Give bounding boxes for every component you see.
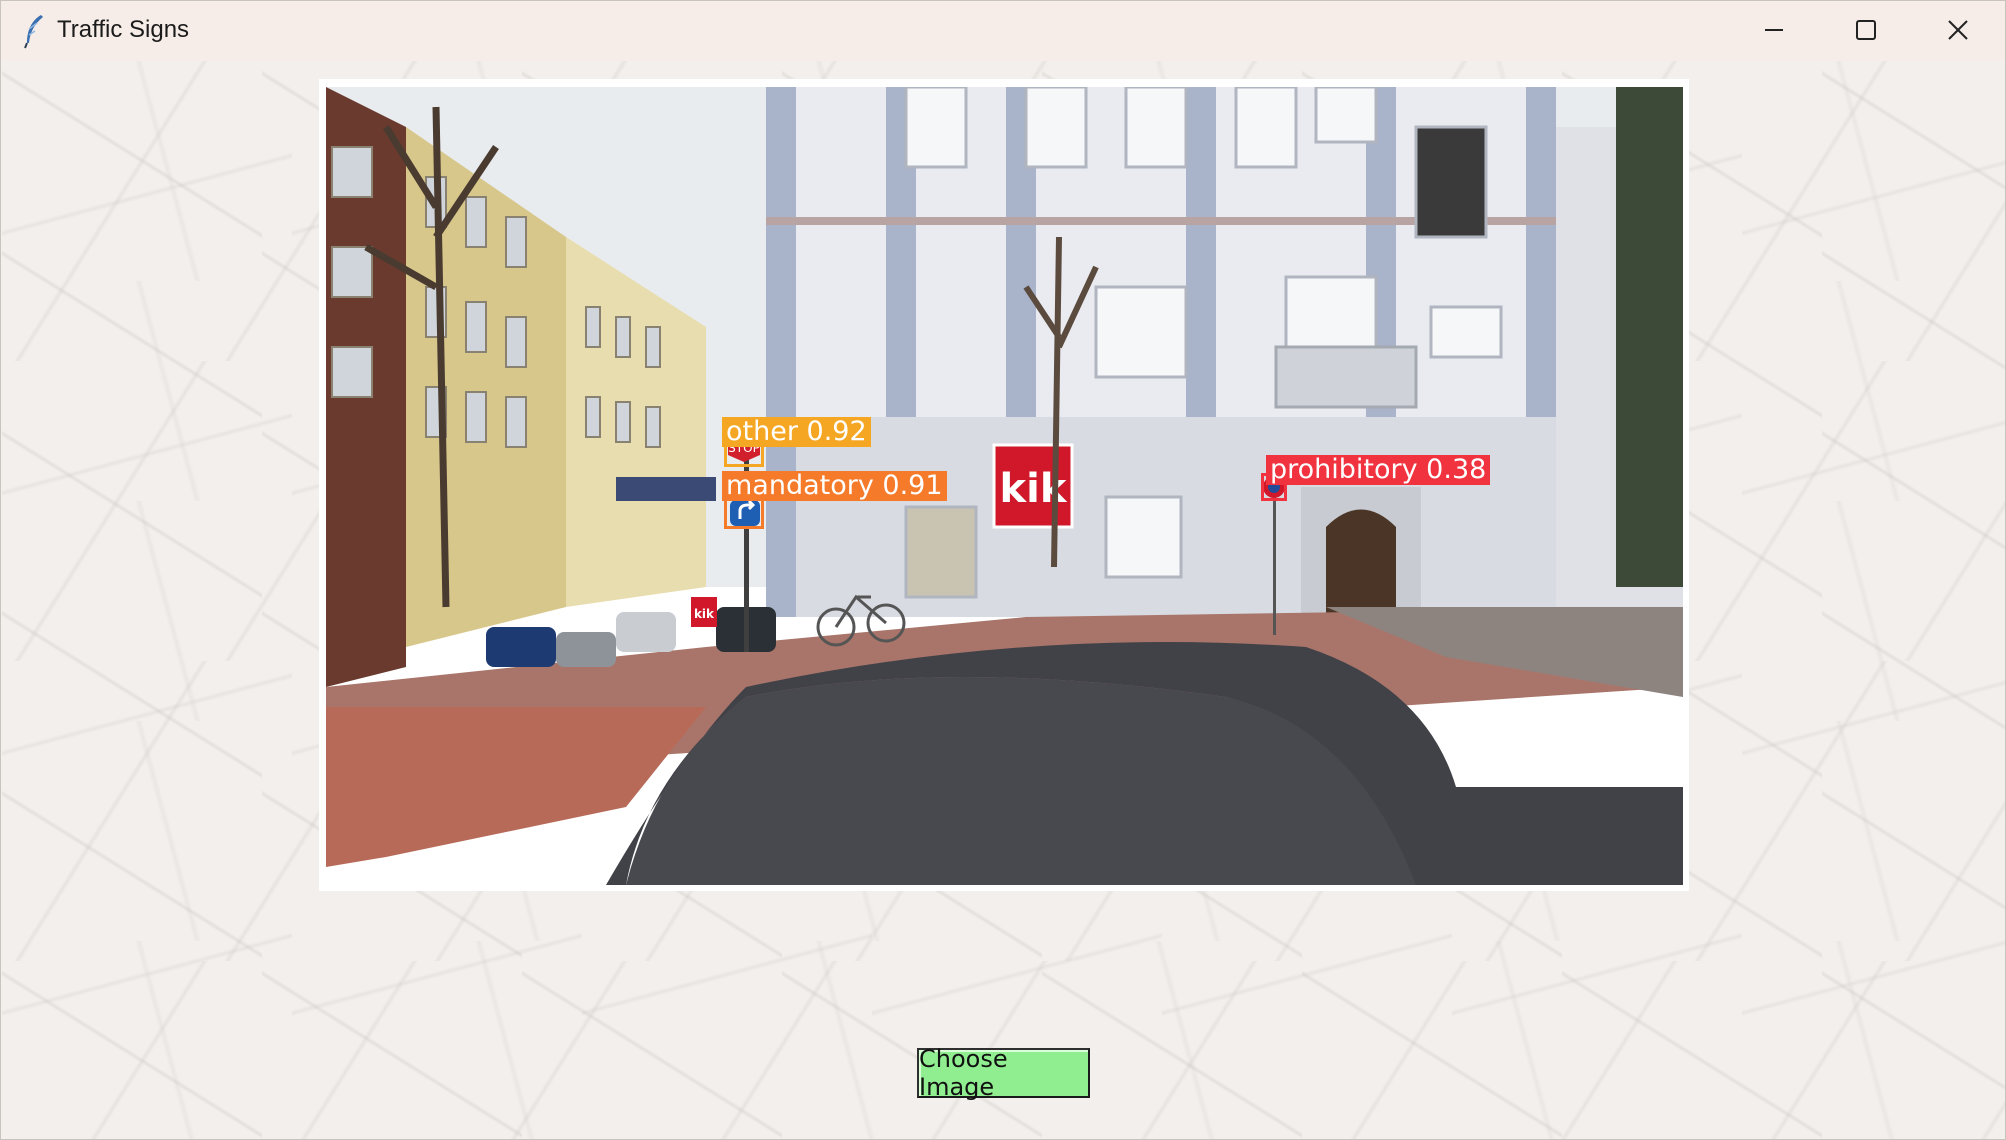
image-frame: kik STOP kik other 0.92 mandatory 0.91 p… bbox=[319, 79, 1689, 891]
title-bar[interactable]: Traffic Signs bbox=[1, 1, 2005, 61]
maximize-icon bbox=[1856, 20, 1876, 40]
detection-image: kik STOP kik other 0.92 mandatory 0.91 p… bbox=[326, 87, 1683, 885]
app-window: Traffic Signs kik STOP kik other 0.92 ma… bbox=[0, 0, 2006, 1140]
store-small-sign-text: kik bbox=[694, 607, 715, 621]
detection-label-mandatory: mandatory 0.91 bbox=[722, 471, 947, 501]
street-scene: kik STOP kik bbox=[326, 87, 1683, 885]
detection-label-prohibitory: prohibitory 0.38 bbox=[1266, 455, 1491, 485]
choose-image-button[interactable]: Choose Image bbox=[917, 1045, 1090, 1101]
close-icon bbox=[1948, 20, 1968, 40]
minimize-icon bbox=[1765, 29, 1783, 31]
window-title: Traffic Signs bbox=[57, 16, 190, 43]
maximize-button[interactable] bbox=[1820, 1, 1912, 59]
minimize-button[interactable] bbox=[1728, 1, 1820, 59]
close-button[interactable] bbox=[1912, 1, 2004, 59]
detection-label-other: other 0.92 bbox=[722, 417, 871, 447]
feather-icon bbox=[24, 15, 43, 49]
